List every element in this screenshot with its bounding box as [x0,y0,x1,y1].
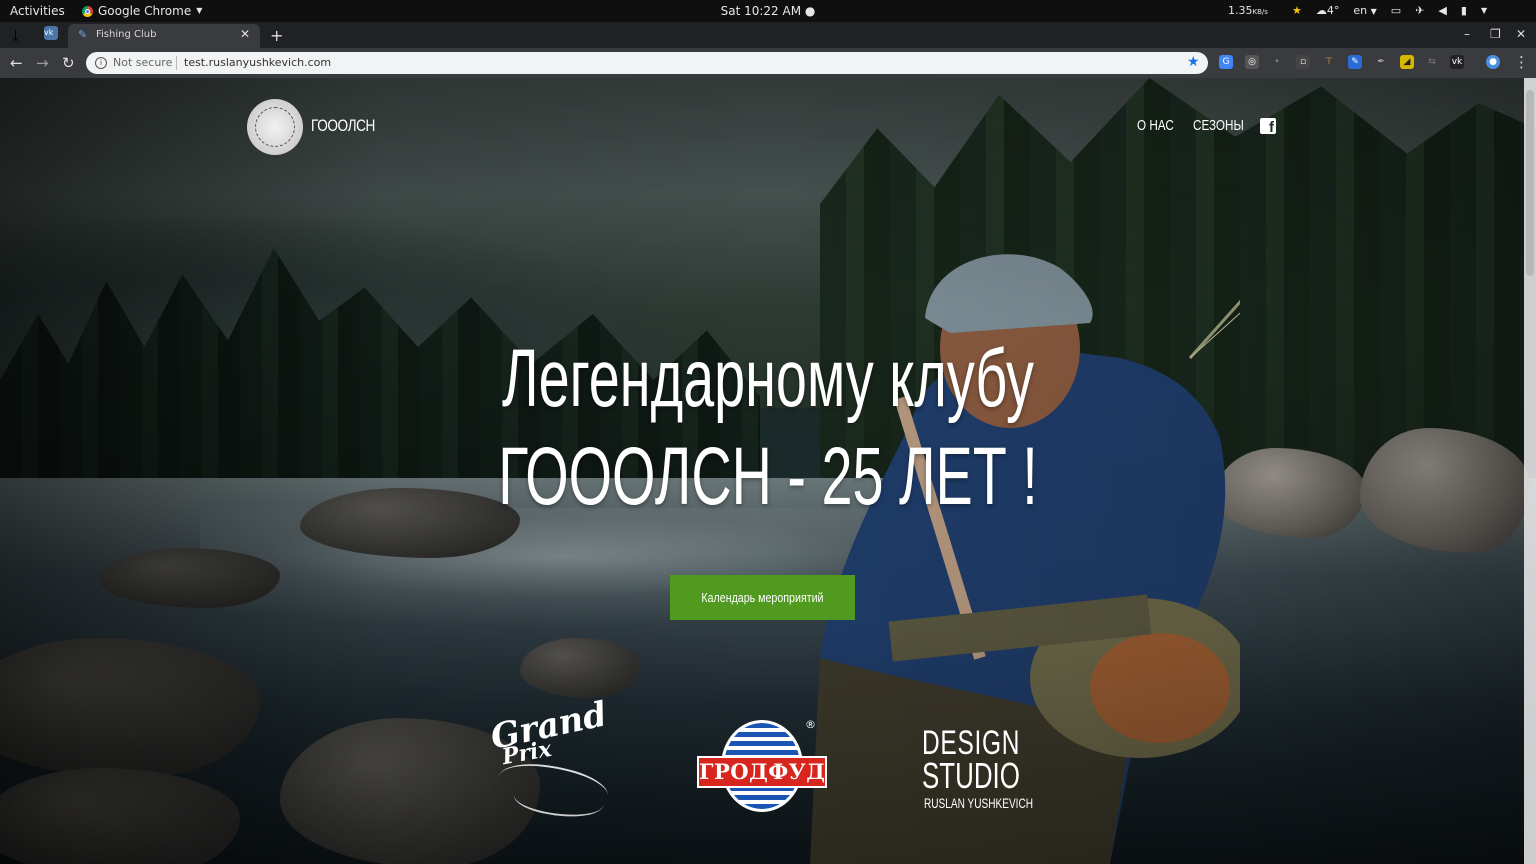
forward-icon[interactable]: → [36,53,49,73]
sponsor-grodfud-logo[interactable]: ГРОДФУД ® [697,718,827,816]
weather-temp: 4° [1326,4,1340,17]
extension-icon[interactable]: ▫ [1296,55,1310,69]
extension-icon[interactable]: ✒ [1374,55,1388,69]
not-secure-label[interactable]: Not secure [113,56,172,69]
hero-section: ГОООЛСН О НАС СЕЗОНЫ Легендарному клубу … [0,78,1536,864]
minimize-icon[interactable]: – [1464,27,1470,41]
sponsor-grand-prix-logo[interactable]: Grand Prix [484,694,616,828]
extension-icon[interactable]: ⇆ [1425,55,1439,69]
nav-seasons[interactable]: СЕЗОНЫ [1193,117,1244,134]
registered-mark: ® [805,718,816,731]
net-speed-value: 1.35 [1228,4,1253,17]
battery-icon[interactable]: ▮ [1461,0,1467,22]
tab-close-icon[interactable]: ✕ [240,27,250,41]
bookmark-star-icon[interactable]: ★ [1187,54,1200,70]
extension-icon[interactable]: ◎ [1245,55,1259,69]
tab-title: Fishing Club [96,29,157,40]
extension-icon[interactable]: ✎ [1348,55,1362,69]
info-icon[interactable]: i [95,57,107,69]
club-logo[interactable] [247,99,303,155]
download-icon[interactable]: ⤓ [12,26,19,46]
star-indicator-icon[interactable]: ★ [1292,0,1302,22]
language-indicator[interactable]: en ▼ [1353,0,1376,23]
reload-icon[interactable]: ↻ [62,53,75,73]
display-icon[interactable]: ▭ [1391,0,1401,22]
nav-about[interactable]: О НАС [1137,117,1174,134]
site-brand[interactable]: ГОООЛСН [311,116,375,136]
profile-avatar-icon[interactable]: ● [1486,55,1500,69]
facebook-icon[interactable] [1260,118,1276,136]
cloud-icon: ☁ [1315,4,1327,17]
system-menu-chevron-icon[interactable]: ▼ [1481,0,1487,22]
net-speed-unit: KB/s [1252,8,1268,16]
airplane-icon[interactable]: ✈ [1415,0,1424,22]
events-calendar-button[interactable]: Календарь мероприятий [670,575,855,620]
extension-icon[interactable]: ⊤ [1322,55,1336,69]
clock-label: Sat 10:22 AM [720,4,802,18]
restore-icon[interactable]: ❐ [1490,27,1501,41]
chevron-down-icon: ▼ [1370,6,1377,16]
hero-title-line1: Легендарному клубу [502,333,1034,424]
extension-icon[interactable]: ◢ [1400,55,1414,69]
url-text[interactable]: test.ruslanyushkevich.com [184,56,331,69]
notification-dot-icon: ● [804,4,816,18]
hero-title: Легендарному клубу ГОООЛСН - 25 ЛЕТ ! [246,330,1290,526]
translate-extension-icon[interactable]: G [1219,55,1233,69]
volume-icon[interactable]: ◀ [1438,0,1446,22]
back-icon[interactable]: ← [10,53,23,73]
gnome-top-bar: Activities Google Chrome ▼ Sat 10:22 AM … [0,0,1536,22]
scrollbar-thumb[interactable] [1526,90,1534,276]
system-tray: ★ ☁4° en ▼ ▭ ✈ ◀ ▮ ▼ [1292,0,1487,22]
grodfud-text: ГРОДФУД [697,756,827,788]
hero-title-line2: ГОООЛСН - 25 ЛЕТ ! [498,431,1038,522]
design-studio-author: RUSLAN YUSHKEVICH [924,795,1034,811]
vk-pinned-tab-icon[interactable]: vk [44,26,58,40]
vk-extension-icon[interactable]: vk [1450,55,1464,69]
language-label: en [1353,3,1368,17]
sponsor-design-studio-logo[interactable]: DESIGN STUDIO RUSLAN YUSHKEVICH [922,726,1034,814]
new-tab-button[interactable]: + [270,26,283,45]
events-calendar-label: Календарь мероприятий [701,590,824,605]
design-studio-text: STUDIO [922,755,1020,796]
browser-menu-icon[interactable]: ⋮ [1514,53,1529,71]
close-window-icon[interactable]: ✕ [1516,27,1526,41]
net-speed: 1.35KB/s [1228,0,1268,22]
url-divider [176,56,177,70]
weather-indicator[interactable]: ☁4° [1316,0,1340,22]
extension-icon[interactable]: • [1270,55,1284,69]
site-favicon-icon: ✎ [78,28,88,41]
